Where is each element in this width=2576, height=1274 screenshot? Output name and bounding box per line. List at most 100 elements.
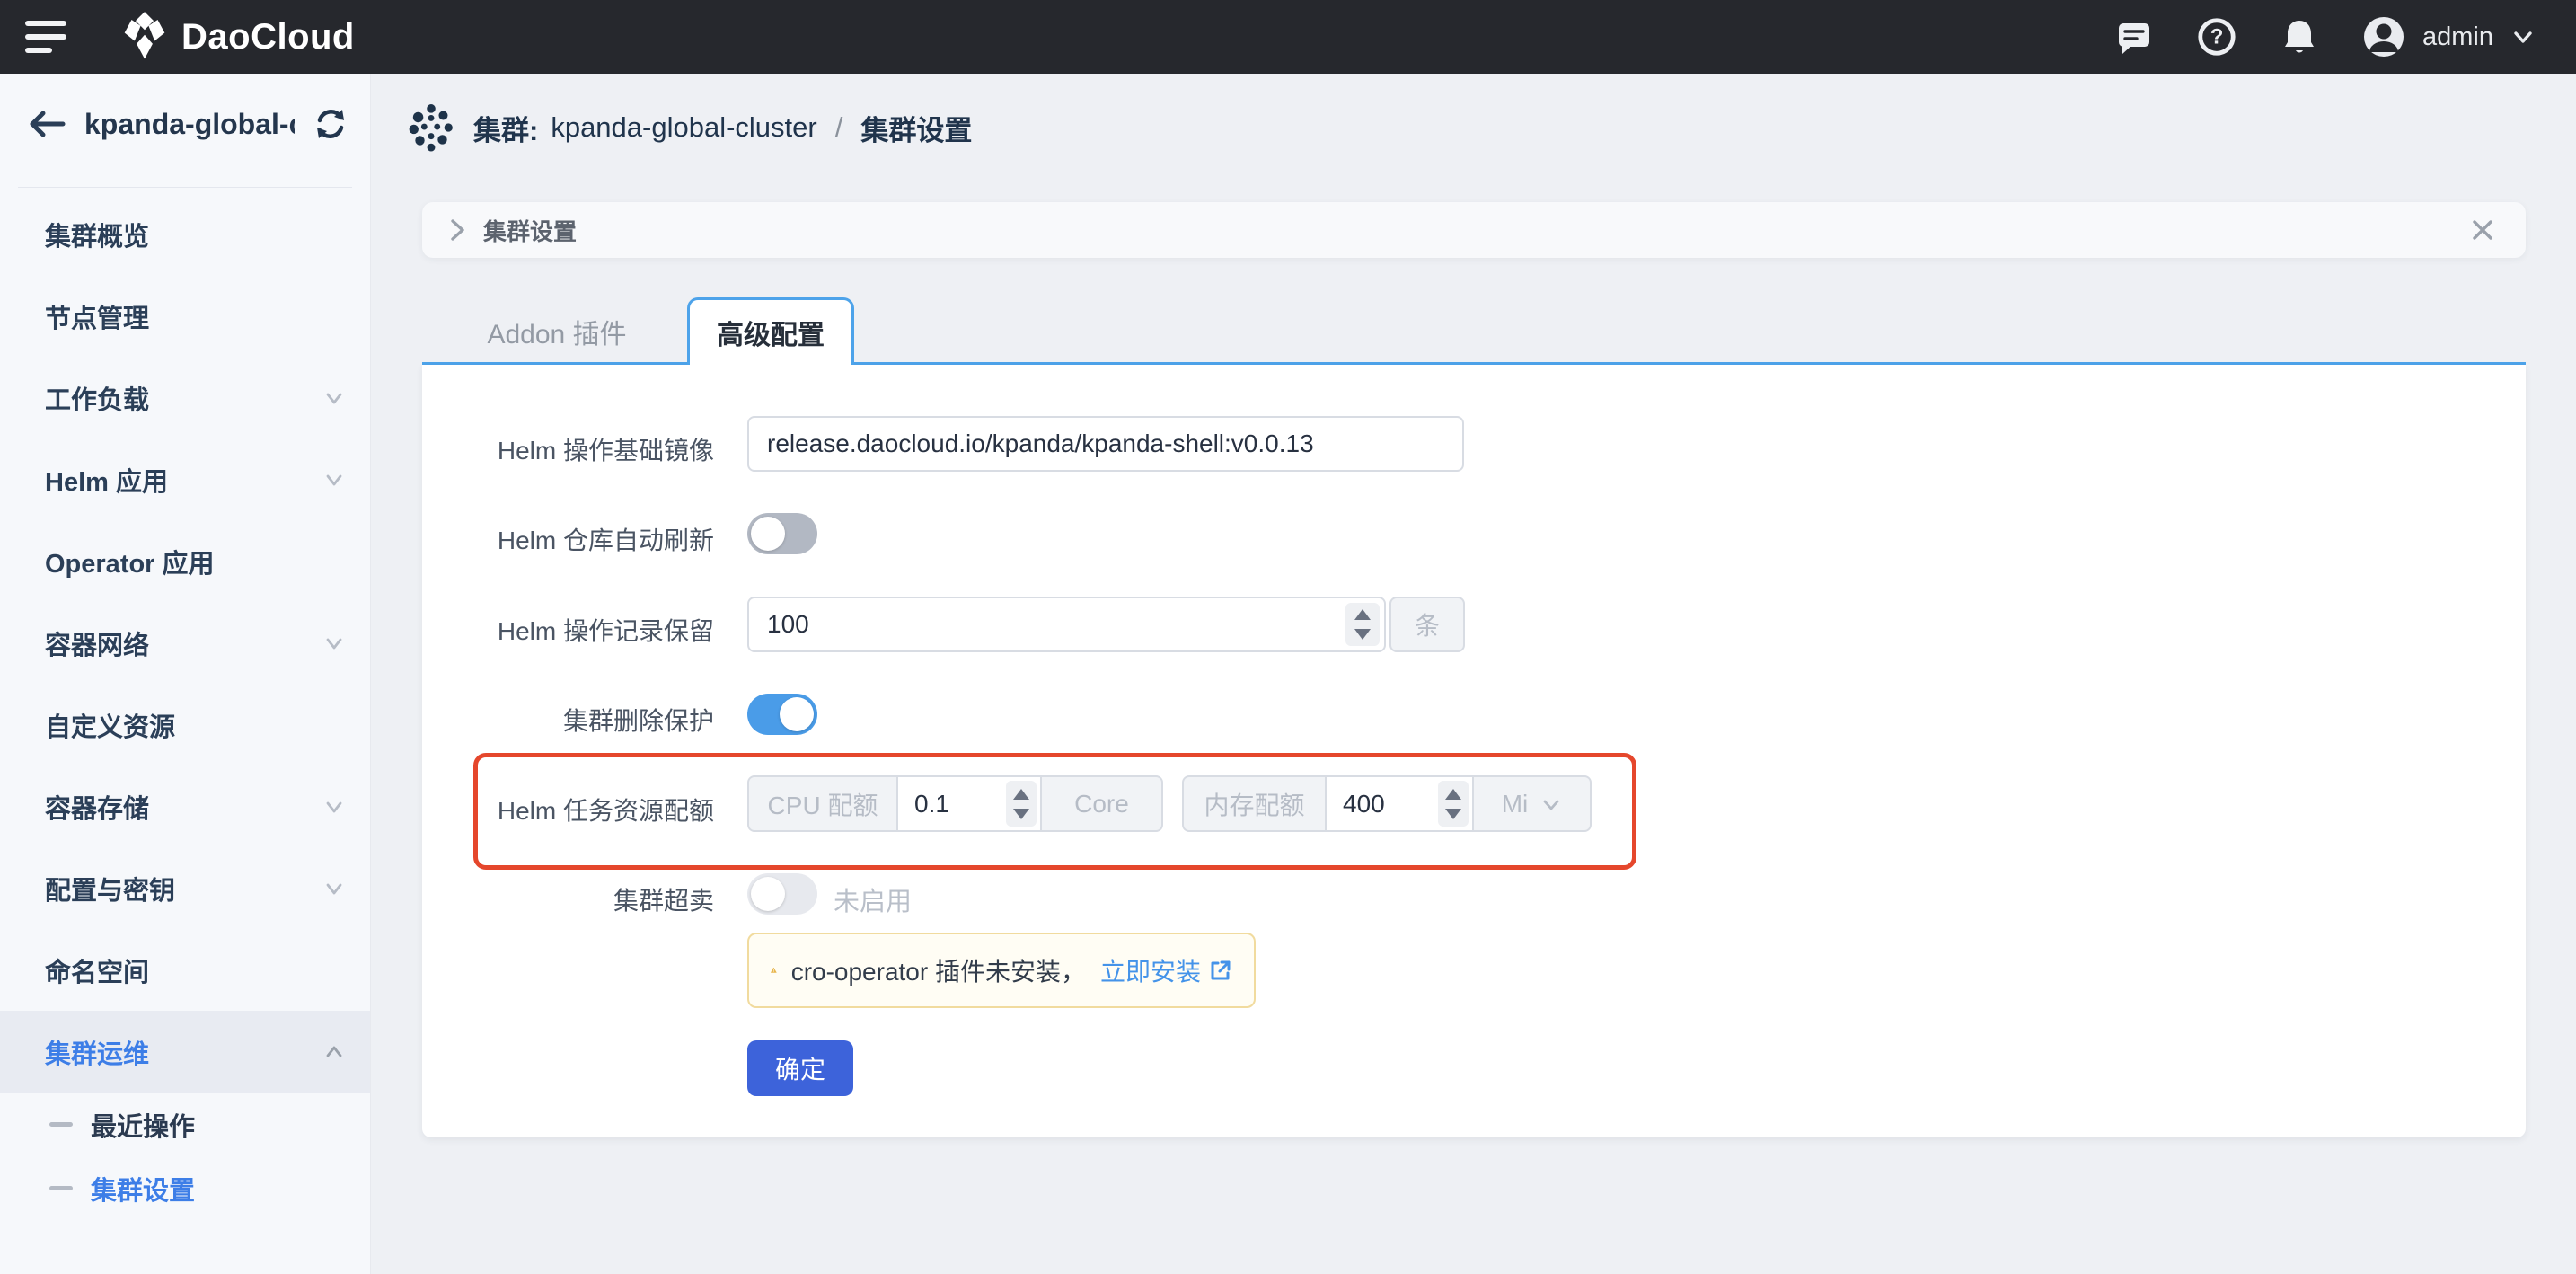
sidebar-item-label: 命名空间: [45, 951, 347, 989]
chevron-down-icon: [322, 385, 347, 411]
stepper-down-icon[interactable]: [1354, 629, 1371, 640]
mem-quota-prepend: 内存配额: [1182, 775, 1327, 832]
sidebar-item-label: 集群运维: [45, 1033, 322, 1071]
back-arrow-icon[interactable]: [27, 109, 66, 139]
sidebar-item[interactable]: Operator 应用: [0, 520, 370, 602]
hamburger-menu-icon[interactable]: [25, 21, 66, 53]
daocloud-logo-icon: [119, 11, 171, 63]
cluster-name-title: kpanda-global-cl...: [84, 108, 295, 141]
stepper-up-icon[interactable]: [1013, 789, 1029, 800]
history-value: 100: [767, 610, 809, 639]
sidebar-item[interactable]: 容器网络: [0, 602, 370, 684]
svg-text:?: ?: [2210, 25, 2224, 49]
sidebar-item[interactable]: 命名空间: [0, 929, 370, 1011]
cpu-quota-unit: Core: [1040, 775, 1163, 832]
warning-alert: cro-operator 插件未安装， 立即安装: [747, 933, 1256, 1008]
mem-quota-input[interactable]: 400: [1325, 775, 1474, 832]
install-now-link[interactable]: 立即安装: [1100, 952, 1232, 988]
helm-image-label: Helm 操作基础镜像: [422, 431, 714, 467]
delete-protect-toggle[interactable]: [747, 694, 817, 735]
install-now-label: 立即安装: [1100, 952, 1201, 988]
number-stepper[interactable]: [1345, 603, 1380, 646]
chevron-down-icon: [2510, 23, 2536, 50]
switch-cluster-icon[interactable]: [313, 106, 348, 142]
sidebar-item[interactable]: 配置与密钥: [0, 847, 370, 929]
divider: [18, 187, 352, 188]
sidebar-item-label: Operator 应用: [45, 543, 347, 580]
daocloud-logo: DaoCloud: [119, 11, 355, 63]
sidebar-item-label: 集群概览: [45, 216, 347, 253]
repo-refresh-toggle[interactable]: [747, 513, 817, 554]
expand-chevron-icon[interactable]: [447, 217, 467, 243]
chevron-down-icon: [322, 876, 347, 901]
breadcrumb-prefix: 集群:: [473, 108, 538, 148]
sidebar-subitem[interactable]: 最近操作: [0, 1093, 370, 1156]
breadcrumb-cluster-link[interactable]: kpanda-global-cluster: [551, 111, 816, 144]
cpu-quota-prepend: CPU 配额: [747, 775, 898, 832]
sidebar-menu: 集群概览节点管理工作负载 Helm 应用 Operator 应用容器网络自定义资源容…: [0, 193, 370, 1093]
sidebar-item[interactable]: 集群运维: [0, 1011, 370, 1093]
stepper-up-icon[interactable]: [1354, 609, 1371, 620]
chevron-up-icon: [322, 1040, 347, 1065]
history-input[interactable]: 100: [747, 597, 1386, 652]
oversell-status: 未启用: [834, 880, 912, 918]
tab-advanced-config[interactable]: 高级配置: [687, 297, 854, 365]
tab-addon-plugins[interactable]: Addon 插件: [449, 297, 665, 365]
sidebar-item[interactable]: 自定义资源: [0, 684, 370, 765]
advanced-config-panel: Helm 操作基础镜像 release.daocloud.io/kpanda/k…: [422, 365, 2526, 1137]
notifications-bell-icon[interactable]: [2279, 16, 2320, 58]
username-label: admin: [2422, 22, 2493, 52]
sidebar-item-label: 容器网络: [45, 624, 322, 662]
external-link-icon: [1208, 959, 1232, 983]
breadcrumb-current: 集群设置: [860, 108, 972, 148]
cluster-dots-icon: [409, 102, 454, 153]
sidebar-item[interactable]: 节点管理: [0, 275, 370, 357]
chevron-down-icon: [1540, 793, 1562, 815]
stepper-up-icon[interactable]: [1445, 789, 1461, 800]
mem-quota-unit-value: Mi: [1502, 790, 1529, 818]
chevron-down-icon: [322, 794, 347, 819]
top-navigation-bar: DaoCloud ?: [0, 0, 2576, 74]
sidebar-item-label: 自定义资源: [45, 706, 347, 744]
close-icon[interactable]: [2465, 212, 2501, 248]
sidebar-item-label: 容器存储: [45, 788, 322, 826]
logo-text: DaoCloud: [181, 17, 355, 58]
sidebar-item-label: 节点管理: [45, 297, 347, 335]
sidebar: kpanda-global-cl... 集群概览节点管理工作负载 Helm 应用 O…: [0, 74, 371, 1274]
subitem-dash-icon: [49, 1186, 73, 1190]
sidebar-item[interactable]: Helm 应用: [0, 438, 370, 520]
warning-icon: [771, 953, 777, 987]
helm-image-input[interactable]: release.daocloud.io/kpanda/kpanda-shell:…: [747, 416, 1464, 472]
sidebar-item[interactable]: 容器存储: [0, 765, 370, 847]
subitem-dash-icon: [49, 1122, 73, 1127]
stepper-down-icon[interactable]: [1445, 809, 1461, 819]
sidebar-item-label: Helm 应用: [45, 461, 322, 499]
confirm-button[interactable]: 确定: [747, 1040, 853, 1096]
help-icon[interactable]: ?: [2196, 16, 2237, 58]
chevron-down-icon: [322, 467, 347, 492]
history-label: Helm 操作记录保留: [422, 612, 714, 648]
breadcrumb-separator: /: [830, 111, 849, 144]
user-menu[interactable]: admin: [2361, 14, 2536, 59]
sidebar-item-label: 工作负载: [45, 379, 322, 417]
sidebar-subitem-label: 最近操作: [91, 1106, 195, 1144]
settings-panel-header[interactable]: 集群设置: [422, 202, 2526, 258]
cpu-quota-input[interactable]: 0.1: [896, 775, 1042, 832]
mem-quota-stepper[interactable]: [1438, 781, 1469, 827]
repo-refresh-label: Helm 仓库自动刷新: [422, 521, 714, 557]
oversell-toggle[interactable]: [747, 873, 817, 915]
sidebar-item[interactable]: 工作负载: [0, 357, 370, 438]
sidebar-item[interactable]: 集群概览: [0, 193, 370, 275]
panel-title: 集群设置: [483, 214, 2465, 247]
mem-quota-unit-select[interactable]: Mi: [1472, 775, 1592, 832]
avatar: [2361, 14, 2406, 59]
cpu-quota-stepper[interactable]: [1006, 781, 1037, 827]
messages-icon[interactable]: [2113, 16, 2155, 58]
breadcrumb: 集群: kpanda-global-cluster / 集群设置: [409, 102, 972, 153]
chevron-down-icon: [322, 631, 347, 656]
cpu-quota-value: 0.1: [914, 790, 949, 818]
quota-label: Helm 任务资源配额: [422, 792, 714, 827]
stepper-down-icon[interactable]: [1013, 809, 1029, 819]
helm-image-value: release.daocloud.io/kpanda/kpanda-shell:…: [767, 429, 1314, 458]
sidebar-subitem[interactable]: 集群设置: [0, 1156, 370, 1220]
